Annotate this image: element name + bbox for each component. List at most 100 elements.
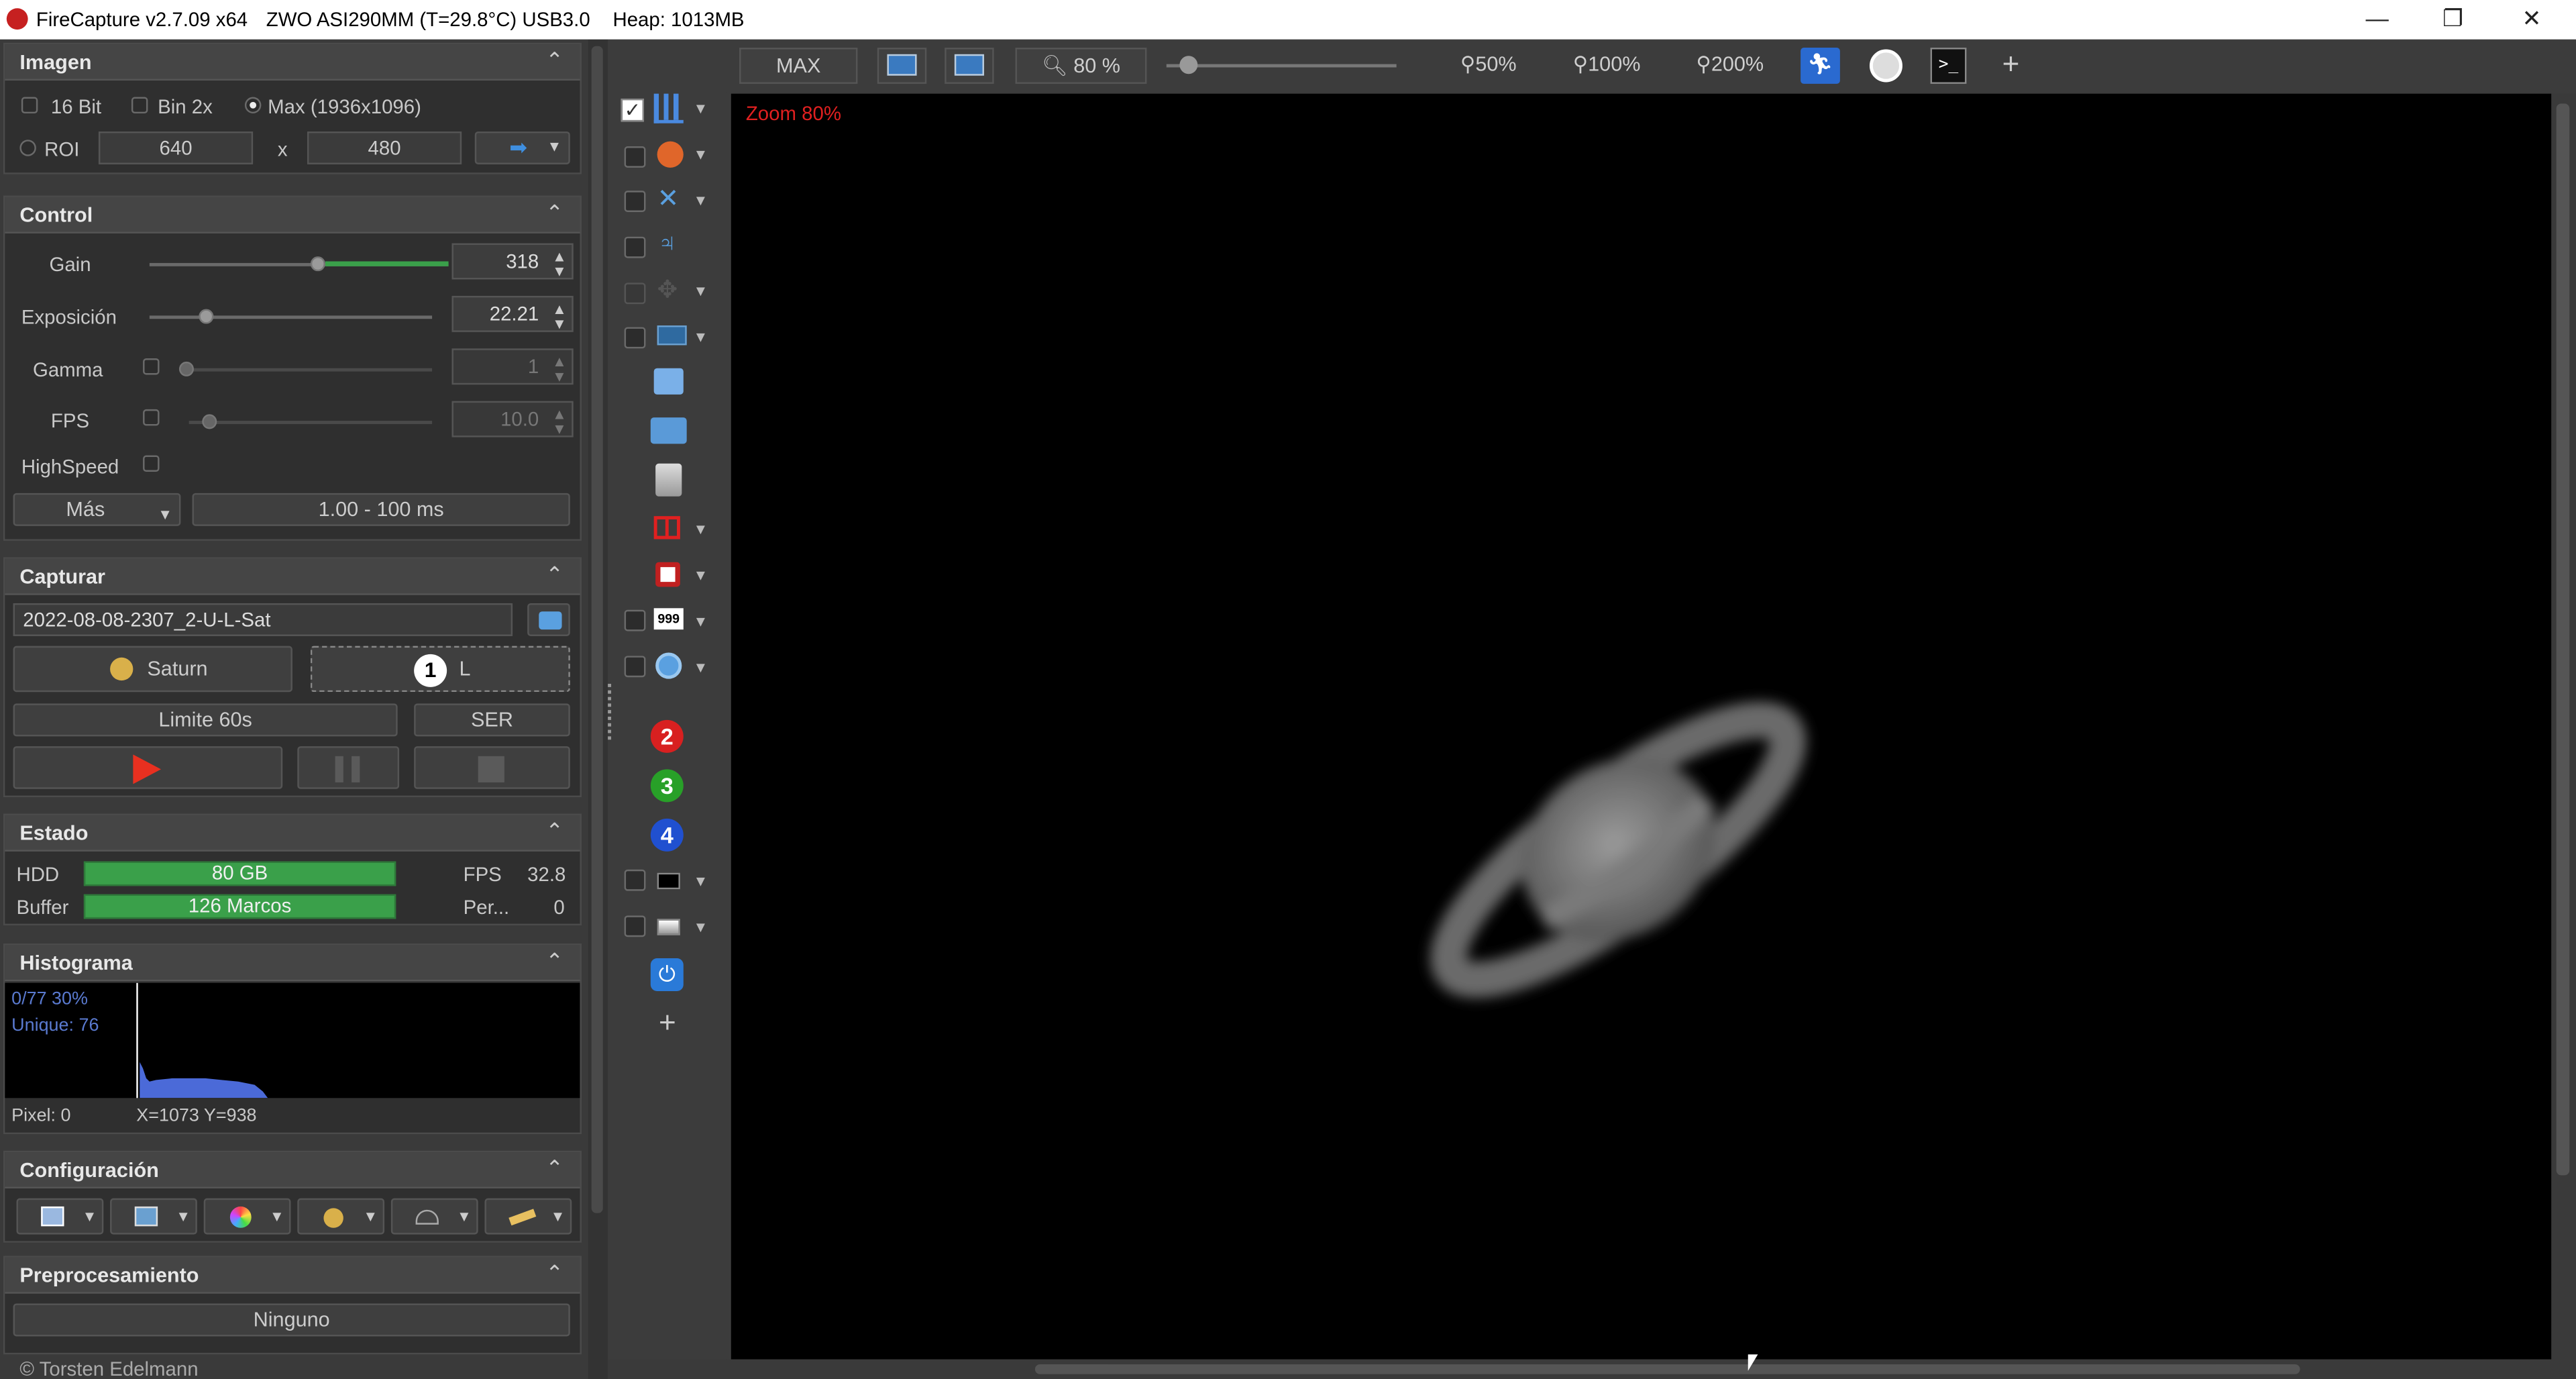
minimize-button[interactable]: —: [2339, 0, 2415, 40]
crosshair-icon[interactable]: ✕: [657, 186, 687, 215]
spinner-arrows-icon[interactable]: ▲ ▼: [552, 407, 567, 437]
tool-checkbox-10[interactable]: [624, 915, 646, 937]
exposure-spinner[interactable]: 22.21 ▲ ▼: [451, 295, 574, 332]
gamma-auto-checkbox[interactable]: [143, 358, 160, 375]
roi-height-field[interactable]: 480: [307, 131, 462, 164]
tool-checkbox-9[interactable]: [624, 869, 646, 891]
section-header[interactable]: Imagen ⌃: [5, 44, 580, 81]
zoom-50-button[interactable]: ⚲50%: [1449, 48, 1528, 84]
console-button[interactable]: >_: [1930, 48, 1967, 84]
collapse-icon[interactable]: ⌃: [545, 562, 564, 589]
run-button[interactable]: 🏃︎: [1801, 48, 1840, 84]
fps-auto-checkbox[interactable]: [143, 409, 160, 426]
splitter-handle[interactable]: [608, 683, 612, 740]
chevron-down-icon[interactable]: ▼: [693, 919, 708, 935]
autorun-button[interactable]: [1866, 48, 1906, 84]
max-button[interactable]: MAX: [739, 48, 858, 84]
section-header[interactable]: Capturar ⌃: [5, 558, 580, 595]
tool-checkbox-8[interactable]: [624, 656, 646, 678]
tool-checkbox-2[interactable]: [624, 146, 646, 168]
roi-tool-icon[interactable]: [653, 516, 680, 540]
stop-button[interactable]: [414, 746, 570, 789]
section-header[interactable]: Histograma ⌃: [5, 945, 580, 982]
camera-settings-dropdown[interactable]: ▼: [390, 1198, 478, 1235]
color-dropdown[interactable]: ▼: [203, 1198, 291, 1235]
gamma-spinner[interactable]: 1 ▲ ▼: [451, 348, 574, 385]
fps-slider[interactable]: [189, 421, 433, 424]
exposure-slider[interactable]: [149, 315, 433, 319]
exposure-range-button[interactable]: 1.00 - 100 ms: [192, 493, 570, 526]
track-icon[interactable]: ✥: [657, 276, 687, 306]
add-toolbar-button[interactable]: +: [1994, 48, 2027, 84]
planet-dropdown[interactable]: ▼: [297, 1198, 385, 1235]
waveform-icon[interactable]: [657, 325, 687, 346]
roi-apply-button[interactable]: ➡ ▼: [474, 131, 570, 164]
scroll-thumb[interactable]: [1034, 1364, 2300, 1374]
object-button[interactable]: Saturn: [13, 646, 292, 693]
collapse-icon[interactable]: ⌃: [545, 1261, 564, 1287]
histogram-tool-checkbox[interactable]: ✓: [621, 98, 645, 122]
gain-slider-handle[interactable]: [311, 256, 326, 272]
left-panel-scrollbar[interactable]: [588, 39, 608, 1379]
profile-2-icon[interactable]: 2: [650, 719, 684, 753]
target-icon[interactable]: [655, 652, 682, 679]
chevron-down-icon[interactable]: ▼: [693, 659, 708, 675]
jupiter-symbol-icon[interactable]: ♃: [657, 230, 687, 260]
profile-3-icon[interactable]: 3: [650, 769, 684, 803]
clipboard-icon[interactable]: [653, 368, 684, 395]
snapshot-button[interactable]: [527, 603, 570, 636]
spinner-arrows-icon[interactable]: ▲ ▼: [552, 301, 567, 332]
zoom-slider-handle[interactable]: [1179, 56, 1198, 74]
scroll-thumb[interactable]: [2556, 103, 2570, 1176]
zoom-200-button[interactable]: ⚲200%: [1686, 48, 1774, 84]
format-button[interactable]: SER: [414, 703, 570, 737]
chevron-down-icon[interactable]: ▼: [693, 329, 708, 345]
profile-dropdown[interactable]: ▼: [16, 1198, 104, 1235]
collapse-icon[interactable]: ⌃: [545, 1156, 564, 1182]
counter-icon[interactable]: 999: [653, 608, 684, 630]
telescope-dropdown[interactable]: ▼: [484, 1198, 572, 1235]
collapse-icon[interactable]: ⌃: [545, 201, 564, 227]
chevron-down-icon[interactable]: ▼: [693, 100, 708, 116]
tool-checkbox-7[interactable]: [624, 609, 646, 631]
gamma-slider-handle[interactable]: [178, 361, 194, 376]
focus-tool-icon[interactable]: [655, 562, 680, 587]
16bit-checkbox[interactable]: [21, 97, 38, 114]
section-header[interactable]: Preprocesamiento ⌃: [5, 1257, 580, 1294]
chevron-down-icon[interactable]: ▼: [693, 567, 708, 583]
gamma-slider[interactable]: [182, 368, 433, 372]
section-header[interactable]: Configuración ⌃: [5, 1152, 580, 1188]
chevron-down-icon[interactable]: ▼: [693, 613, 708, 629]
fit-window-button[interactable]: [877, 48, 927, 84]
image-viewer[interactable]: Zoom 80%: [731, 93, 2552, 1360]
dark-frame-icon[interactable]: [657, 872, 680, 890]
zoom-slider[interactable]: [1166, 64, 1397, 68]
limit-button[interactable]: Limite 60s: [13, 703, 398, 737]
max-radio[interactable]: [244, 97, 262, 114]
zoom-field[interactable]: 🔍︎ 80 %: [1015, 48, 1147, 84]
chevron-down-icon[interactable]: ▼: [693, 283, 708, 299]
highspeed-checkbox[interactable]: [143, 455, 160, 472]
close-button[interactable]: ✕: [2494, 0, 2570, 40]
viewer-vertical-scrollbar[interactable]: [2551, 93, 2576, 1360]
filter-button[interactable]: 1 L: [310, 646, 570, 693]
planet-tool-icon[interactable]: [657, 141, 684, 168]
scroll-thumb[interactable]: [591, 46, 603, 1213]
spinner-arrows-icon[interactable]: ▲ ▼: [552, 354, 567, 385]
tool-checkbox-5[interactable]: [624, 283, 646, 305]
spinner-arrows-icon[interactable]: ▲ ▼: [552, 249, 567, 279]
restore-button[interactable]: ❐: [2415, 0, 2491, 40]
tool-checkbox-3[interactable]: [624, 191, 646, 212]
add-tool-button[interactable]: +: [659, 1006, 676, 1040]
gain-spinner[interactable]: 318 ▲ ▼: [451, 243, 574, 280]
chevron-down-icon[interactable]: ▼: [693, 146, 708, 162]
section-header[interactable]: Estado ⌃: [5, 815, 580, 852]
zoom-100-button[interactable]: ⚲100%: [1564, 48, 1649, 84]
tool-checkbox-6[interactable]: [624, 327, 646, 349]
fps-slider-handle[interactable]: [202, 414, 217, 429]
exposure-slider-handle[interactable]: [199, 309, 214, 324]
section-header[interactable]: Control ⌃: [5, 197, 580, 234]
collapse-icon[interactable]: ⌃: [545, 948, 564, 974]
profile-4-icon[interactable]: 4: [650, 818, 684, 852]
trash-icon[interactable]: [655, 463, 682, 497]
